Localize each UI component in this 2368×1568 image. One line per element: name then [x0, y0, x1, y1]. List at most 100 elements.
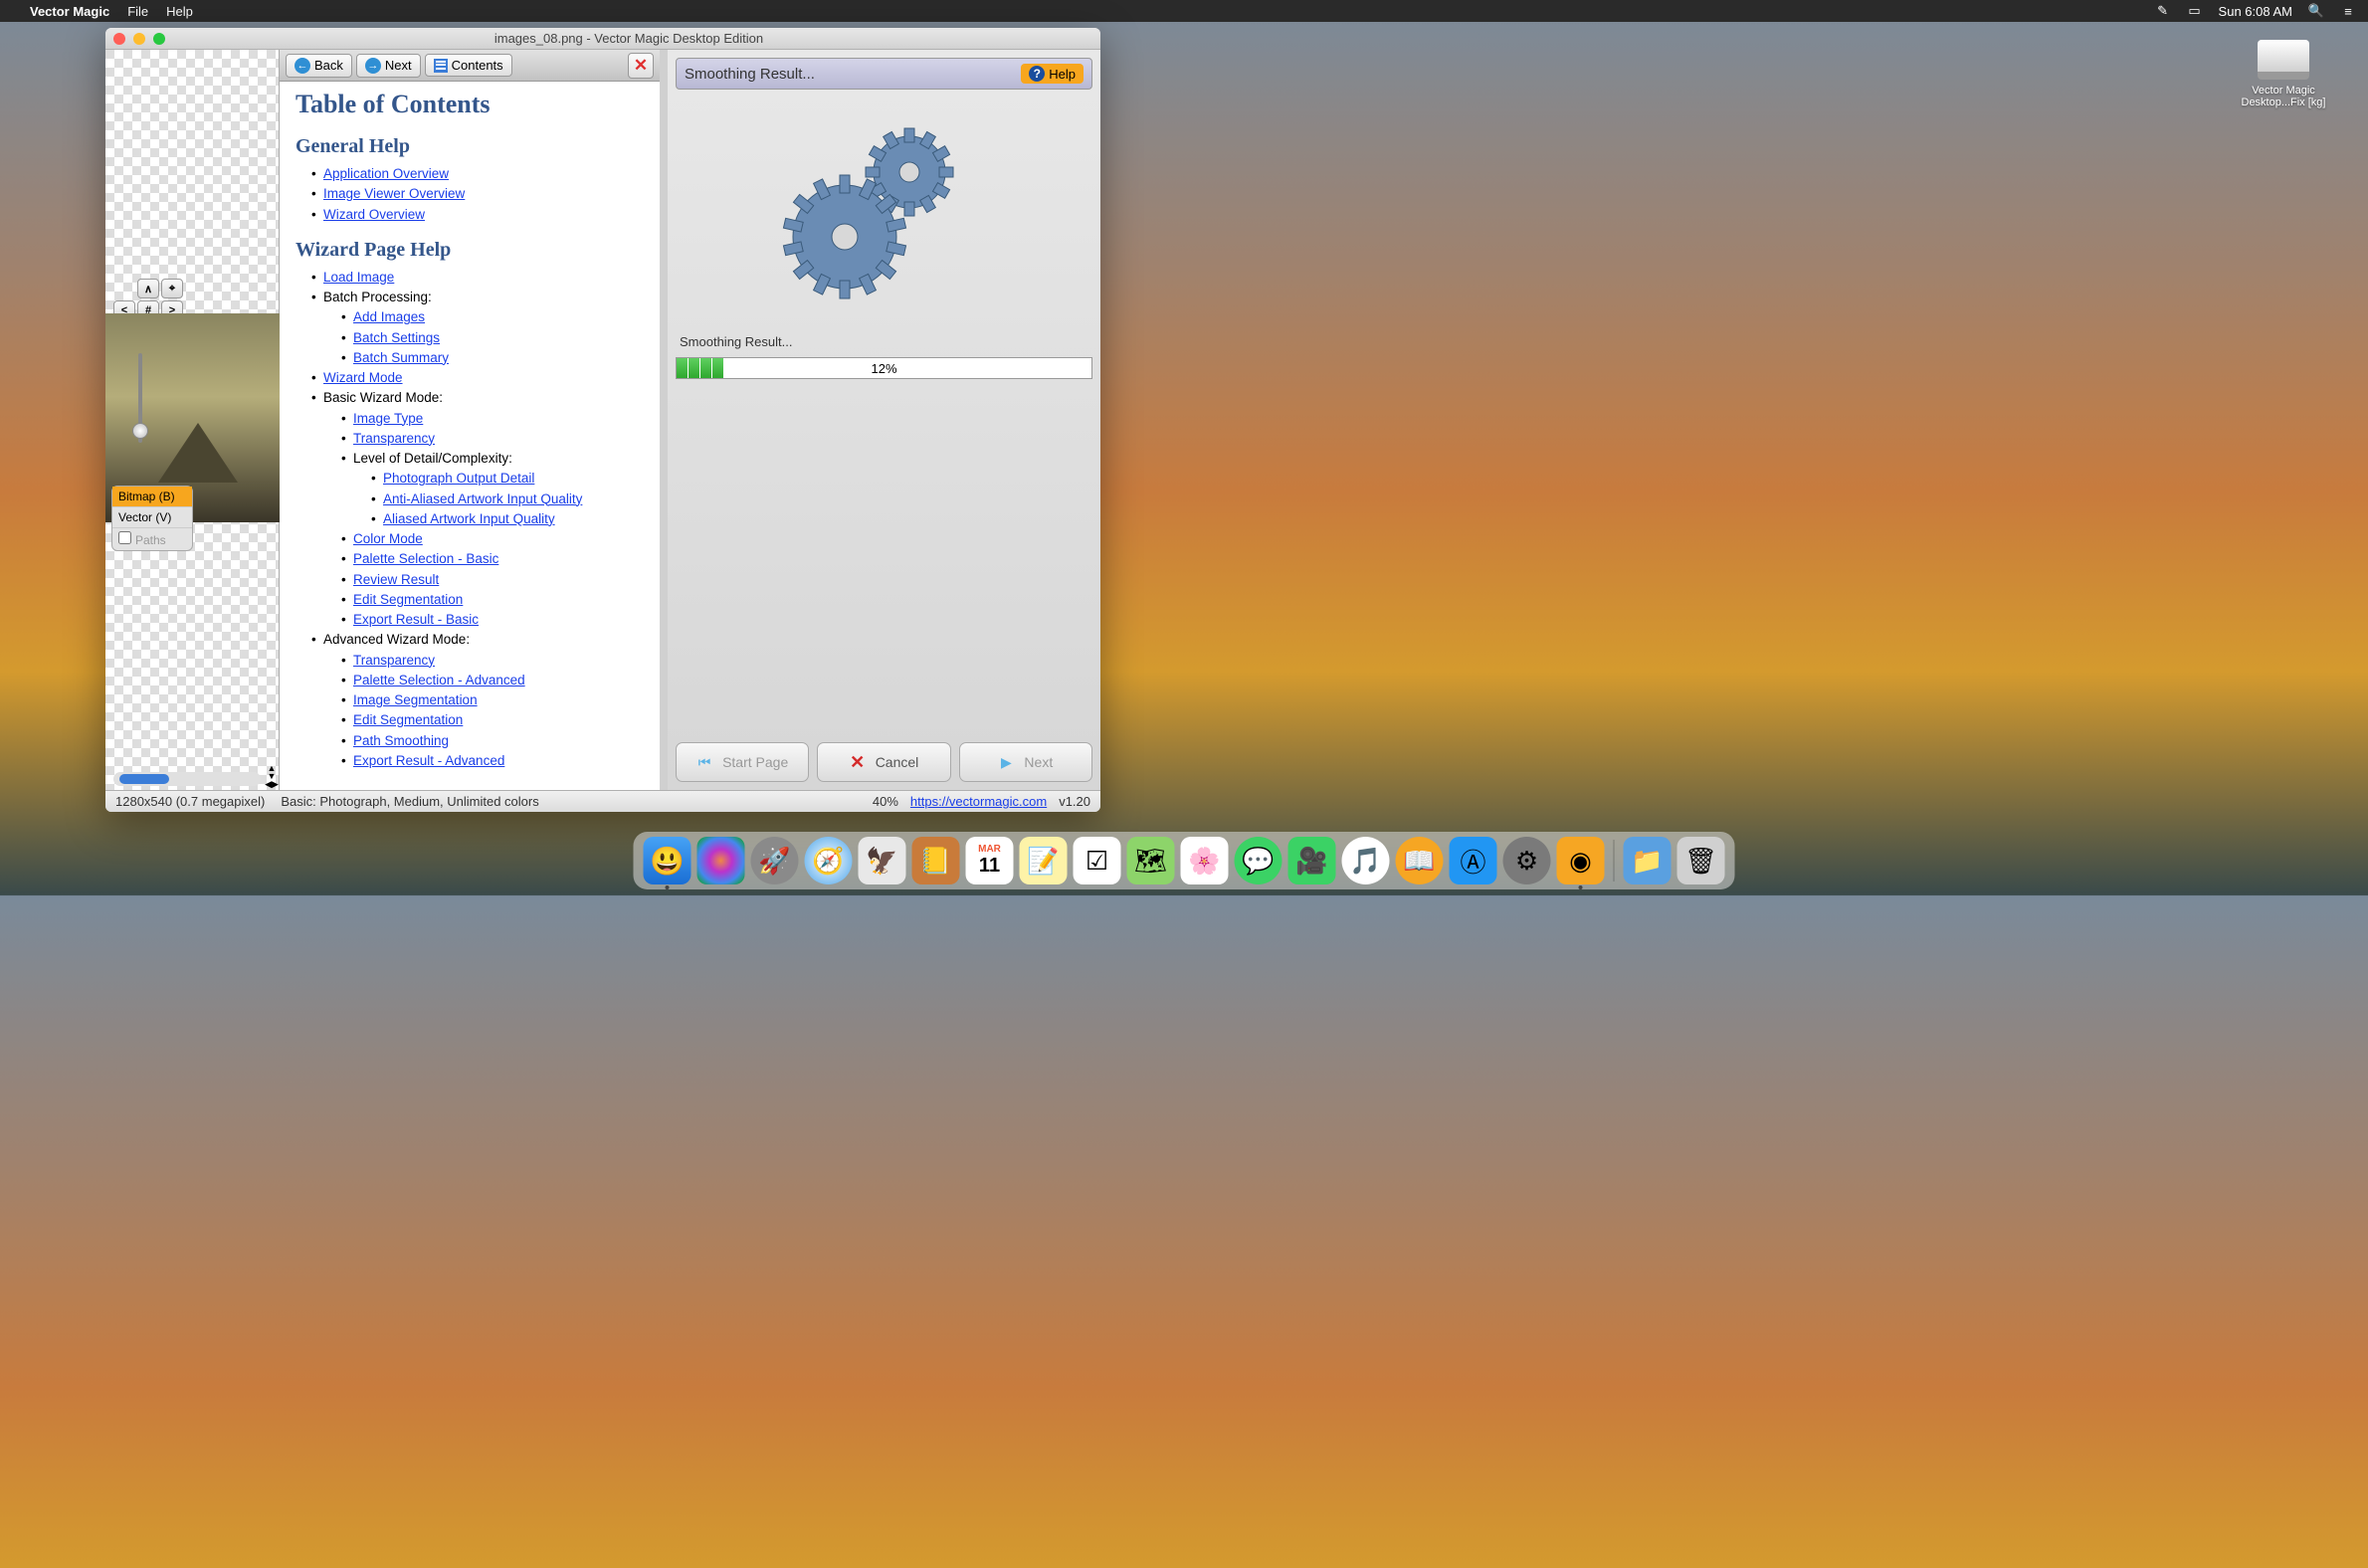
app-menu[interactable]: Vector Magic	[30, 4, 109, 19]
help-link[interactable]: Image Segmentation	[353, 692, 478, 707]
progress-percent: 12%	[677, 361, 1091, 376]
paths-checkbox-input[interactable]	[118, 531, 131, 544]
dock-contacts[interactable]: 📒	[912, 837, 960, 884]
view-mode-panel: Bitmap (B) Vector (V) Paths	[111, 486, 193, 551]
cancel-button[interactable]: ✕Cancel	[817, 742, 950, 782]
dock-calendar[interactable]: MAR11	[966, 837, 1014, 884]
file-menu[interactable]: File	[127, 4, 148, 19]
dock-appstore[interactable]: Ⓐ	[1450, 837, 1497, 884]
help-link[interactable]: Image Type	[353, 411, 423, 426]
clock[interactable]: Sun 6:08 AM	[2219, 4, 2292, 19]
macos-menubar: Vector Magic File Help ✎ ▭ Sun 6:08 AM 🔍…	[0, 0, 2368, 22]
zoom-slider-handle[interactable]	[132, 423, 148, 439]
next-arrow-icon: →	[365, 58, 381, 74]
help-link[interactable]: Batch Summary	[353, 350, 449, 365]
dock-downloads[interactable]: 📁	[1624, 837, 1672, 884]
help-back-button[interactable]: ←Back	[286, 54, 352, 78]
help-link[interactable]: Export Result - Basic	[353, 612, 479, 627]
vector-mode-button[interactable]: Vector (V)	[112, 507, 192, 528]
help-close-button[interactable]: ✕	[628, 53, 654, 79]
help-section-wizard: Wizard Page Help	[296, 239, 644, 262]
dock-mail[interactable]: 🦅	[859, 837, 906, 884]
status-zoom: 40%	[873, 794, 898, 809]
statusbar: 1280x540 (0.7 megapixel) Basic: Photogra…	[105, 790, 1100, 812]
gears-graphic	[676, 98, 1092, 326]
next-button[interactable]: ▶Next	[959, 742, 1092, 782]
window-titlebar[interactable]: images_08.png - Vector Magic Desktop Edi…	[105, 28, 1100, 50]
dock-reminders[interactable]: ☑	[1074, 837, 1121, 884]
progress-title: Smoothing Result...	[685, 66, 815, 83]
help-section-general: General Help	[296, 135, 644, 158]
help-link[interactable]: Image Viewer Overview	[323, 186, 465, 201]
pan-up-button[interactable]: ∧	[137, 279, 159, 298]
viewer-scroll-arrows[interactable]: ▲▼◀▶	[265, 764, 279, 788]
help-link[interactable]: Add Images	[353, 309, 425, 324]
viewer-horizontal-scrollbar[interactable]	[113, 772, 261, 786]
dock-launchpad[interactable]: 🚀	[751, 837, 799, 884]
dock-vector-magic[interactable]: ◉	[1557, 837, 1605, 884]
status-version: v1.20	[1059, 794, 1090, 809]
help-link[interactable]: Application Overview	[323, 166, 449, 181]
status-dimensions: 1280x540 (0.7 megapixel)	[115, 794, 265, 809]
help-content[interactable]: Table of Contents General Help Applicati…	[280, 82, 660, 790]
dock-notes[interactable]: 📝	[1020, 837, 1068, 884]
dock-finder[interactable]: 😃	[644, 837, 691, 884]
window-maximize-button[interactable]	[153, 33, 165, 45]
help-link[interactable]: Export Result - Advanced	[353, 753, 504, 768]
help-link[interactable]: Edit Segmentation	[353, 592, 463, 607]
dock-siri[interactable]	[697, 837, 745, 884]
help-next-button[interactable]: →Next	[356, 54, 421, 78]
help-title: Table of Contents	[296, 90, 644, 119]
dock-maps[interactable]: 🗺	[1127, 837, 1175, 884]
dock-facetime[interactable]: 🎥	[1288, 837, 1336, 884]
dock-photos[interactable]: 🌸	[1181, 837, 1229, 884]
window-minimize-button[interactable]	[133, 33, 145, 45]
status-url-link[interactable]: https://vectormagic.com	[910, 794, 1047, 809]
help-link[interactable]: Path Smoothing	[353, 733, 449, 748]
help-link[interactable]: Palette Selection - Advanced	[353, 673, 525, 687]
help-link[interactable]: Aliased Artwork Input Quality	[383, 511, 555, 526]
help-link[interactable]: Wizard Overview	[323, 207, 425, 222]
help-link[interactable]: Palette Selection - Basic	[353, 551, 498, 566]
dock-messages[interactable]: 💬	[1235, 837, 1283, 884]
help-link[interactable]: Edit Segmentation	[353, 712, 463, 727]
scrollbar-thumb[interactable]	[119, 774, 169, 784]
help-contents-button[interactable]: Contents	[425, 54, 512, 77]
dock-itunes[interactable]: 🎵	[1342, 837, 1390, 884]
desktop-disk-icon[interactable]: Vector Magic Desktop...Fix [kg]	[2239, 40, 2328, 108]
help-link[interactable]: Photograph Output Detail	[383, 471, 534, 486]
disk-image-icon	[2258, 40, 2309, 80]
progress-help-button[interactable]: ? Help	[1021, 64, 1084, 84]
help-label: Basic Wizard Mode:	[323, 390, 443, 405]
spotlight-icon[interactable]: 🔍	[2308, 3, 2324, 19]
notification-center-icon[interactable]: ≡	[2340, 3, 2356, 19]
cancel-x-icon: ✕	[850, 754, 866, 770]
help-link[interactable]: Wizard Mode	[323, 370, 403, 385]
help-menu[interactable]: Help	[166, 4, 193, 19]
dock-system-preferences[interactable]: ⚙	[1503, 837, 1551, 884]
zoom-slider[interactable]	[138, 353, 142, 443]
paths-checkbox[interactable]: Paths	[112, 528, 192, 550]
airplay-icon[interactable]: ▭	[2187, 3, 2203, 19]
dock-ibooks[interactable]: 📖	[1396, 837, 1444, 884]
pen-tablet-icon[interactable]: ✎	[2155, 3, 2171, 19]
help-link[interactable]: Anti-Aliased Artwork Input Quality	[383, 491, 582, 506]
start-page-button[interactable]: ⏮Start Page	[676, 742, 809, 782]
help-pane: ←Back →Next Contents ✕ Table of Contents…	[280, 50, 668, 790]
help-link[interactable]: Transparency	[353, 431, 435, 446]
window-title: images_08.png - Vector Magic Desktop Edi…	[165, 31, 1092, 46]
help-link[interactable]: Transparency	[353, 653, 435, 668]
bitmap-mode-button[interactable]: Bitmap (B)	[112, 487, 192, 507]
help-link[interactable]: Color Mode	[353, 531, 423, 546]
zoom-fit-button[interactable]: ⌖	[161, 279, 183, 298]
help-link[interactable]: Review Result	[353, 572, 439, 587]
help-link[interactable]: Load Image	[323, 270, 394, 285]
dock-trash[interactable]: 🗑	[1677, 837, 1725, 884]
dock-safari[interactable]: 🧭	[805, 837, 853, 884]
help-label: Level of Detail/Complexity:	[353, 451, 512, 466]
window-close-button[interactable]	[113, 33, 125, 45]
progress-pane: Smoothing Result... ? Help Smoothing Res…	[668, 50, 1100, 790]
play-icon: ▶	[998, 754, 1014, 770]
dock-separator	[1614, 840, 1615, 882]
help-link[interactable]: Batch Settings	[353, 330, 440, 345]
